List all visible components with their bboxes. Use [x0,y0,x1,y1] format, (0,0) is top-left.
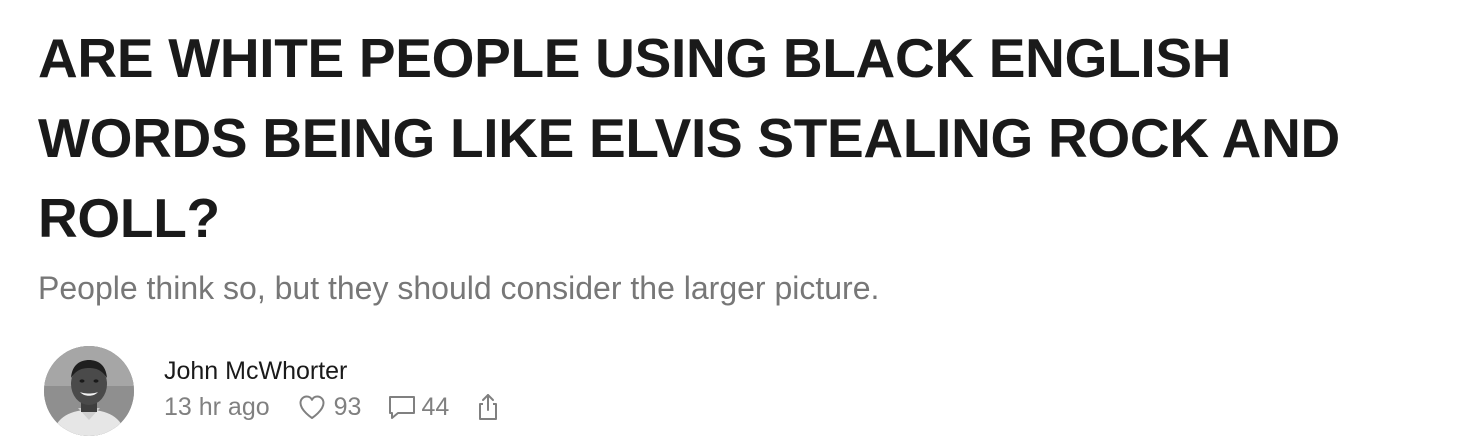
like-count: 93 [333,393,362,421]
post-title-line: WORDS BEING LIKE ELVIS STEALING ROCK AND [38,107,1340,169]
comment-button[interactable]: 44 [387,392,449,422]
comment-count: 44 [421,393,450,421]
post-timestamp: 13 hr ago [164,393,270,421]
post-title-line: ROLL? [38,187,220,249]
post-title[interactable]: ARE WHITE PEOPLE USING BLACK ENGLISH WOR… [38,18,1448,258]
share-button[interactable] [477,393,499,421]
share-icon [479,394,498,420]
like-button[interactable]: 93 [298,392,362,422]
heart-icon [299,395,325,419]
byline-text: John McWhorter 13 hr ago 93 44 [164,346,499,422]
comment-bubble-icon [389,396,416,419]
author-name[interactable]: John McWhorter [164,356,499,386]
post-header: ARE WHITE PEOPLE USING BLACK ENGLISH WOR… [38,18,1448,308]
post-subtitle: People think so, but they should conside… [38,270,880,306]
author-avatar[interactable] [44,346,134,436]
post-title-line: ARE WHITE PEOPLE USING BLACK ENGLISH [38,27,1232,89]
post-meta: 13 hr ago 93 44 [164,392,499,422]
author-avatar-image [44,346,134,436]
byline: John McWhorter 13 hr ago 93 44 [44,346,499,438]
